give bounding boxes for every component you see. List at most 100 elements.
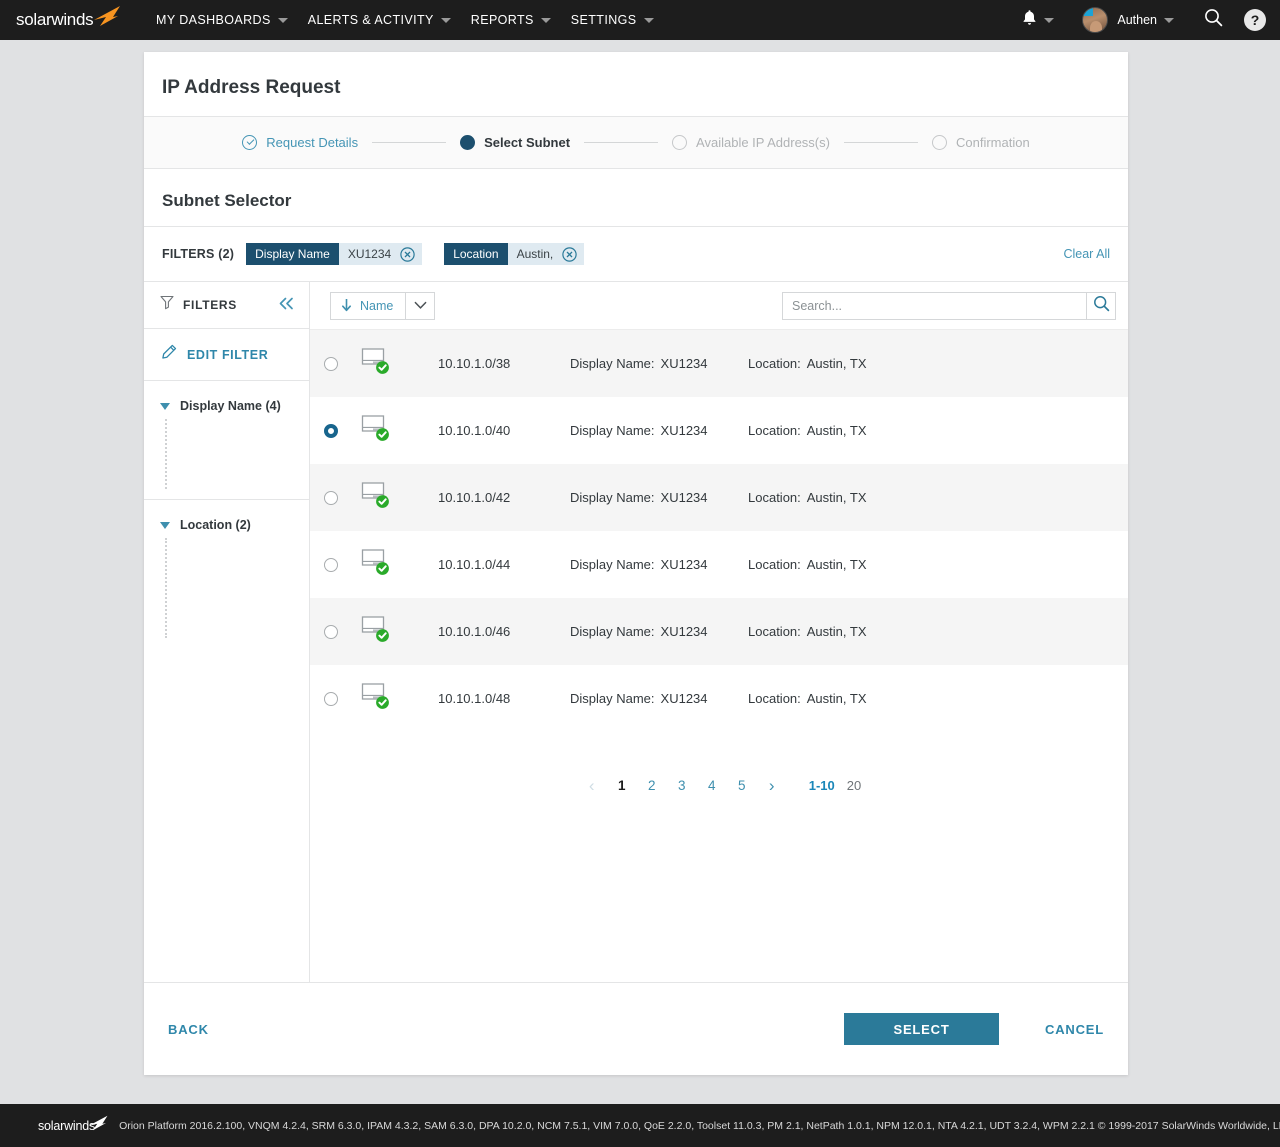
notifications-button[interactable]: [1014, 9, 1062, 31]
pagination-prev-button: ‹: [588, 775, 595, 795]
back-button[interactable]: BACK: [162, 1021, 215, 1038]
footer-logo: solarwinds: [38, 1115, 108, 1133]
search-input[interactable]: [782, 291, 1086, 320]
row-radio-button[interactable]: [324, 356, 338, 371]
row-location: Location: Austin, TX: [748, 624, 867, 639]
filters-sidebar: FILTERS EDIT FILTER Display Name (4) Loc…: [144, 282, 310, 982]
chevron-double-left-icon[interactable]: [278, 297, 295, 313]
wizard-connector: [372, 142, 447, 143]
wizard-step-request-details[interactable]: Request Details: [242, 135, 358, 150]
filters-count-label: FILTERS (2): [162, 247, 235, 261]
row-location: Location: Austin, TX: [748, 423, 867, 438]
chevron-down-icon: [414, 297, 427, 315]
check-circle-icon: [242, 135, 258, 150]
row-display-name-value: XU1234: [660, 490, 708, 505]
filter-group-toggle[interactable]: Location (2): [160, 518, 309, 532]
pagination-page-2[interactable]: 2: [637, 778, 667, 793]
pagination-total-label[interactable]: 20: [847, 778, 861, 793]
table-row[interactable]: 10.10.1.0/38 Display Name: XU1234 Locatio…: [310, 330, 1128, 397]
filter-chip-display-name: Display Name XU1234: [246, 243, 423, 265]
close-circle-icon[interactable]: [400, 246, 415, 262]
wizard-step-select-subnet[interactable]: Select Subnet: [460, 135, 570, 150]
close-circle-icon[interactable]: [562, 246, 577, 262]
triangle-down-icon: [160, 402, 170, 410]
main-menu: MY DASHBOARDS ALERTS & ACTIVITY REPORTS …: [146, 0, 664, 40]
pagination-next-button[interactable]: ›: [757, 777, 787, 794]
table-row[interactable]: 10.10.1.0/42 Display Name: XU1234 Locatio…: [310, 464, 1128, 531]
chevron-down-icon: [643, 17, 654, 23]
row-subnet-address: 10.10.1.0/48: [438, 691, 511, 706]
pagination-page-4[interactable]: 4: [697, 778, 727, 793]
clear-all-filters-link[interactable]: Clear All: [1063, 247, 1110, 261]
table-row[interactable]: 10.10.1.0/48 Display Name: XU1234 Locatio…: [310, 665, 1128, 732]
filter-chip-key: Location: [444, 243, 508, 265]
subnet-available-icon: [360, 547, 390, 582]
filter-group-items-placeholder: [165, 419, 167, 489]
global-search-button[interactable]: [1202, 9, 1224, 31]
nav-item-alerts-activity[interactable]: ALERTS & ACTIVITY: [298, 0, 461, 40]
search-submit-button[interactable]: [1086, 291, 1116, 320]
nav-item-reports[interactable]: REPORTS: [461, 0, 561, 40]
help-button[interactable]: ?: [1244, 9, 1266, 31]
page-title: IP Address Request: [162, 77, 341, 98]
filter-group-toggle[interactable]: Display Name (4): [160, 399, 309, 413]
row-location: Location: Austin, TX: [748, 356, 867, 371]
chevron-down-icon: [277, 17, 288, 23]
row-location-value: Austin, TX: [806, 423, 867, 438]
row-radio-button[interactable]: [324, 423, 338, 438]
cancel-button[interactable]: CANCEL: [1039, 1021, 1110, 1038]
footer-version-text: Orion Platform 2016.2.100, VNQM 4.2.4, S…: [119, 1119, 1280, 1132]
ip-address-request-panel: IP Address Request Request Details Selec…: [144, 52, 1128, 1075]
empty-circle-icon: [672, 135, 688, 150]
search-icon: [1093, 295, 1110, 317]
row-display-name-key: Display Name:: [570, 557, 655, 572]
chevron-down-icon: [540, 17, 551, 23]
row-display-name: Display Name: XU1234: [570, 557, 748, 572]
row-location: Location: Austin, TX: [748, 490, 867, 505]
filter-group-display-name: Display Name (4): [144, 381, 309, 489]
section-title: Subnet Selector: [144, 169, 1128, 227]
list-toolbar: Name: [310, 282, 1128, 329]
subnet-available-icon: [360, 614, 390, 649]
solarwinds-logo[interactable]: solarwinds: [16, 6, 128, 30]
pagination: ‹ 1 2 3 4 5 › 1-10 20: [310, 762, 1128, 808]
row-display-name-key: Display Name:: [570, 624, 655, 639]
select-button[interactable]: SELECT: [844, 1013, 1000, 1045]
user-menu[interactable]: Authen: [1076, 7, 1180, 33]
filter-group-label: Display Name (4): [180, 399, 281, 413]
row-location-value: Austin, TX: [806, 624, 867, 639]
sort-field-label: Name: [360, 298, 394, 313]
table-row[interactable]: 10.10.1.0/46 Display Name: XU1234 Locatio…: [310, 598, 1128, 665]
subnet-available-icon: [360, 413, 390, 448]
row-display-name-value: XU1234: [660, 356, 708, 371]
wizard-step-label: Available IP Address(s): [696, 135, 830, 150]
row-radio-button[interactable]: [324, 490, 338, 505]
pagination-range-label[interactable]: 1-10: [809, 778, 835, 793]
filled-circle-icon: [460, 135, 476, 150]
row-radio-button[interactable]: [324, 557, 338, 572]
row-subnet-address: 10.10.1.0/38: [438, 356, 511, 371]
sort-field-button[interactable]: Name: [331, 292, 407, 319]
filter-group-label: Location (2): [180, 518, 251, 532]
pencil-icon: [160, 344, 177, 366]
row-location-key: Location:: [748, 356, 801, 371]
user-name-label: Authen: [1117, 13, 1157, 27]
sort-control[interactable]: Name: [330, 291, 436, 320]
wizard-step-confirmation: Confirmation: [931, 135, 1030, 150]
nav-item-settings[interactable]: SETTINGS: [561, 0, 664, 40]
row-display-name-key: Display Name:: [570, 490, 655, 505]
table-row[interactable]: 10.10.1.0/44 Display Name: XU1234 Locatio…: [310, 531, 1128, 598]
row-radio-button[interactable]: [324, 691, 338, 706]
pagination-page-3[interactable]: 3: [667, 778, 697, 793]
pagination-page-5[interactable]: 5: [727, 778, 757, 793]
nav-item-my-dashboards[interactable]: MY DASHBOARDS: [146, 0, 298, 40]
sort-dropdown-button[interactable]: [406, 293, 434, 319]
row-location-key: Location:: [748, 557, 801, 572]
table-row[interactable]: 10.10.1.0/40 Display Name: XU1234 Locatio…: [310, 397, 1128, 464]
edit-filter-button[interactable]: EDIT FILTER: [144, 329, 309, 381]
row-display-name-key: Display Name:: [570, 691, 655, 706]
subnet-list-region: Name Search... 10.10.1.0/38 Display Name…: [310, 282, 1128, 982]
wizard-connector: [584, 142, 659, 143]
row-radio-button[interactable]: [324, 624, 338, 639]
